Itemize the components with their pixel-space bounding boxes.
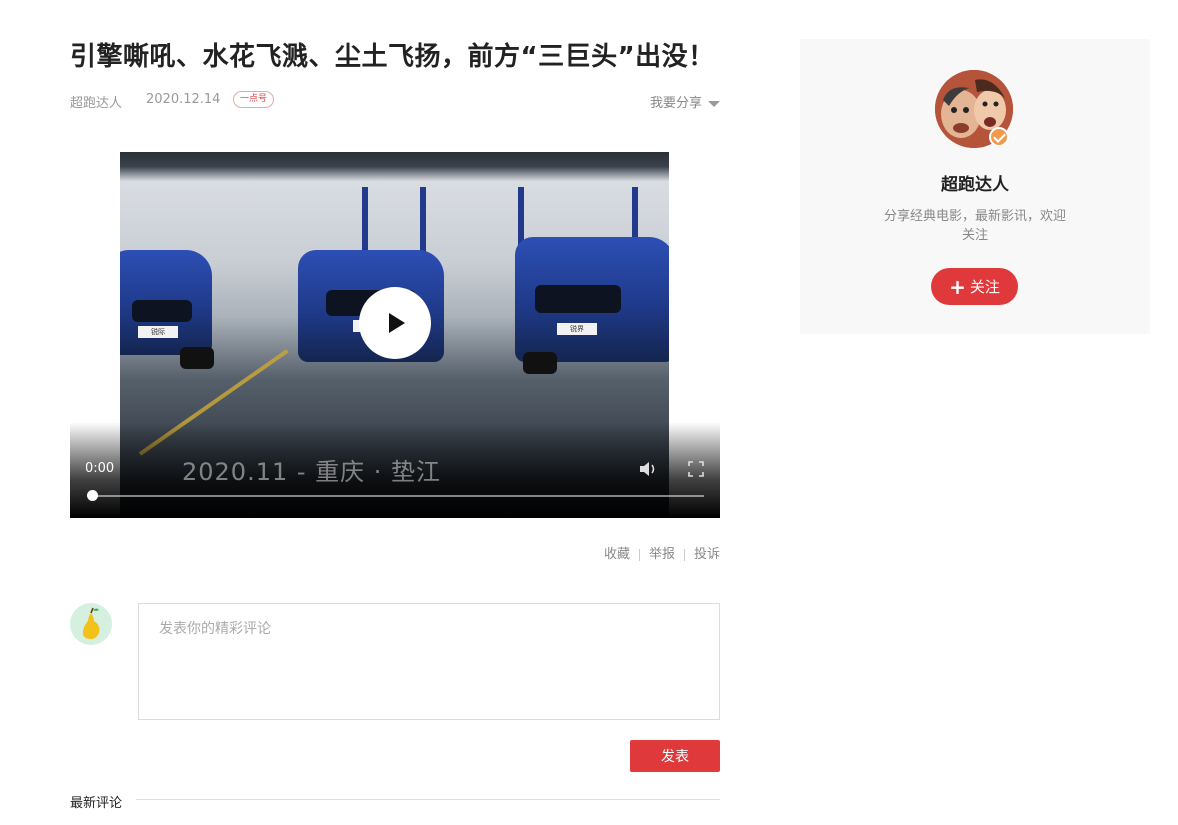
- share-dropdown[interactable]: 我要分享: [650, 92, 720, 111]
- share-label: 我要分享: [649, 96, 702, 111]
- current-time: 0:00: [85, 461, 115, 476]
- car-left: 锐际: [120, 250, 212, 355]
- car-plate: 锐际: [138, 326, 178, 338]
- volume-icon[interactable]: [638, 460, 658, 478]
- verified-badge-icon: [989, 127, 1009, 147]
- complain-link[interactable]: 投诉: [694, 547, 720, 562]
- collect-link[interactable]: 收藏: [604, 547, 630, 562]
- follow-label: 关注: [969, 277, 1000, 296]
- publish-date: 2020.12.14: [146, 92, 221, 107]
- fullscreen-icon[interactable]: [688, 461, 704, 477]
- divider: [136, 799, 720, 800]
- car-grille: [535, 285, 621, 313]
- plus-icon: +: [949, 274, 966, 299]
- play-button[interactable]: [359, 287, 431, 359]
- report-link[interactable]: 举报: [649, 547, 675, 562]
- author-name[interactable]: 超跑达人: [70, 92, 122, 111]
- progress-knob[interactable]: [87, 490, 98, 501]
- car-right: 锐界: [515, 237, 669, 362]
- user-avatar: [70, 603, 112, 645]
- sidebar-author-description: 分享经典电影，最新影讯，欢迎关注: [883, 209, 1066, 243]
- follow-button[interactable]: + 关注: [931, 268, 1018, 305]
- video-watermark: 2020.11 - 重庆 · 垫江: [182, 458, 442, 486]
- comment-input[interactable]: [138, 603, 720, 720]
- submit-comment-button[interactable]: 发表: [630, 740, 720, 772]
- caret-down-icon: [708, 100, 720, 107]
- car-grille: [132, 300, 192, 322]
- divider: [638, 548, 640, 561]
- car-plate: 锐界: [557, 323, 597, 335]
- article-title: 引擎嘶吼、水花飞溅、尘土飞扬，前方“三巨头”出没！: [70, 42, 715, 72]
- source-badge: 一点号: [233, 91, 275, 108]
- car-wheel: [523, 352, 557, 374]
- pear-icon: [70, 603, 112, 645]
- article-actions: 收藏 举报 投诉: [604, 543, 720, 562]
- article-main: 引擎嘶吼、水花飞溅、尘土飞扬，前方“三巨头”出没！ 超跑达人 2020.12.1…: [70, 0, 720, 825]
- author-card: 超跑达人 分享经典电影，最新影讯，欢迎关注 + 关注: [800, 39, 1150, 334]
- latest-comments-heading: 最新评论: [70, 796, 123, 811]
- video-player[interactable]: 锐际 探险者 锐界 2020.11 - 重庆 · 垫江 0:00: [70, 152, 720, 518]
- car-wheel: [180, 347, 214, 369]
- divider: [683, 548, 685, 561]
- progress-track[interactable]: [90, 495, 704, 497]
- article-meta: 超跑达人 2020.12.14 一点号 我要分享: [70, 91, 720, 111]
- sidebar-author-name[interactable]: 超跑达人: [800, 170, 1150, 195]
